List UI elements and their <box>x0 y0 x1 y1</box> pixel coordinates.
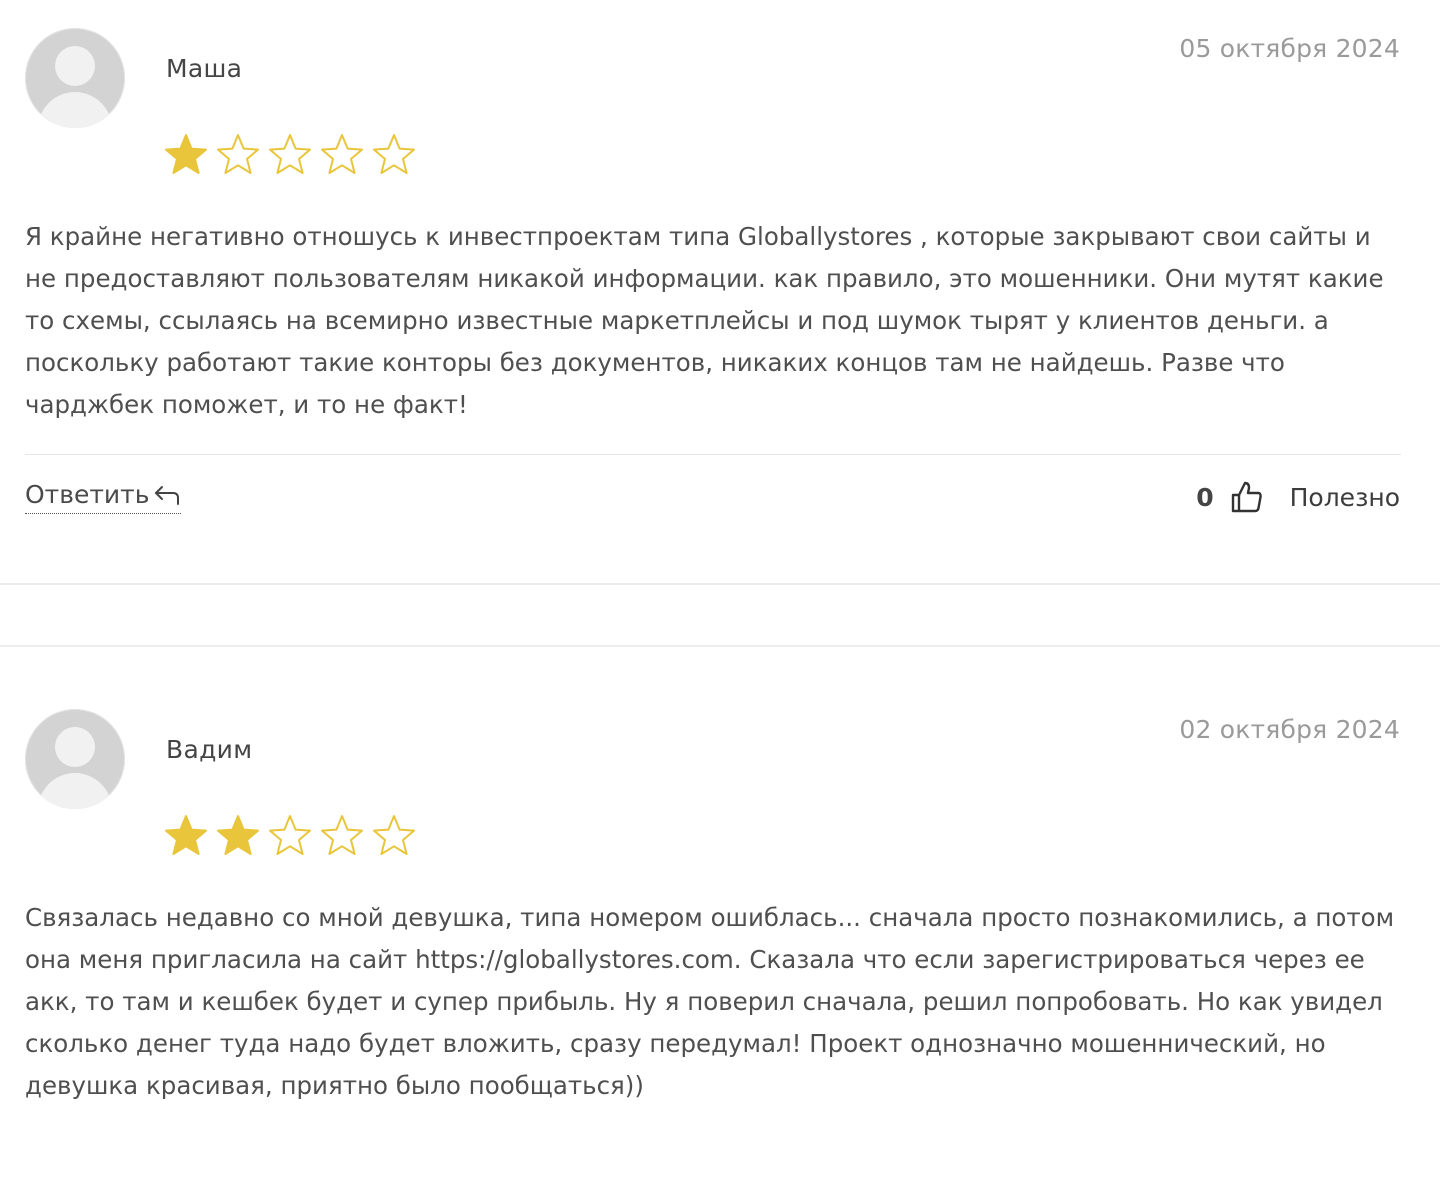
star-empty-icon <box>269 134 311 174</box>
avatar-body-shape <box>38 773 112 809</box>
reply-label: Ответить <box>25 480 150 509</box>
star-empty-icon <box>217 134 259 174</box>
review-card: Вадим 02 октября 2024 Связалась недавно … <box>0 645 1440 1177</box>
avatar-head-shape <box>55 727 95 767</box>
helpful-block: 0 Полезно <box>1196 480 1400 514</box>
reply-arrow-icon <box>155 485 180 505</box>
divider <box>25 454 1401 455</box>
review-text: Связалась недавно со мной девушка, типа … <box>25 903 1395 1100</box>
star-empty-icon <box>321 815 363 855</box>
review-date: 05 октября 2024 <box>1179 34 1400 63</box>
helpful-label[interactable]: Полезно <box>1290 483 1400 512</box>
star-empty-icon <box>373 815 415 855</box>
star-empty-icon <box>269 815 311 855</box>
helpful-count: 0 <box>1196 482 1214 512</box>
avatar <box>25 709 125 809</box>
star-empty-icon <box>373 134 415 174</box>
star-filled-icon <box>217 815 259 855</box>
avatar-body-shape <box>38 92 112 128</box>
star-empty-icon <box>321 134 363 174</box>
avatar-head-shape <box>55 46 95 86</box>
review-author: Вадим <box>166 735 253 764</box>
review-text: Я крайне негативно отношусь к инвестпрое… <box>25 222 1384 419</box>
avatar <box>25 28 125 128</box>
rating-stars <box>163 132 417 178</box>
review-card: Маша 05 октября 2024 Я крайне негативно … <box>0 0 1440 585</box>
reply-button[interactable]: Ответить <box>25 480 182 514</box>
thumbs-up-icon[interactable] <box>1230 480 1264 514</box>
rating-stars <box>163 813 417 859</box>
star-filled-icon <box>165 815 207 855</box>
review-date: 02 октября 2024 <box>1179 715 1400 744</box>
star-filled-icon <box>165 134 207 174</box>
review-author: Маша <box>166 54 243 83</box>
